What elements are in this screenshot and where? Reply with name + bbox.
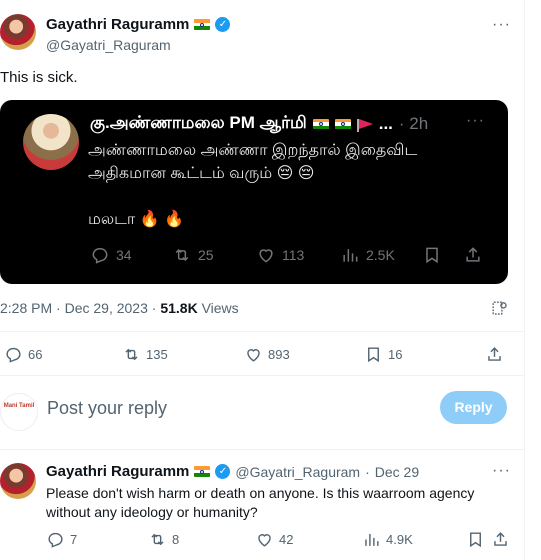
share-button[interactable] [485, 345, 504, 364]
reply-separator: · [365, 463, 370, 480]
repost-count: 135 [146, 347, 168, 362]
quoted-like-button[interactable]: 113 [256, 245, 304, 265]
quoted-author-name[interactable]: கு.அண்ணாமலை PM ஆர்மி [90, 113, 307, 135]
composer-avatar[interactable]: Mani Tamil [0, 393, 38, 431]
reply-count: 66 [28, 347, 43, 362]
reply-more-icon[interactable]: ··· [492, 462, 511, 480]
views-icon [365, 533, 379, 546]
bookmark-icon [426, 247, 438, 264]
reply-submit-button[interactable]: Reply [440, 391, 507, 424]
reply-icon [48, 532, 63, 548]
reply-like-count: 42 [279, 532, 294, 547]
like-button[interactable]: 893 [244, 345, 290, 364]
bookmark-icon [470, 532, 481, 548]
quoted-trail: ... [378, 114, 393, 133]
reply-repost-button[interactable]: 8 [148, 530, 179, 549]
reply-author-handle[interactable]: @Gayatri_Raguram [235, 464, 360, 480]
reply-header: Gayathri Raguramm ✓ @Gayatri_Raguram · D… [46, 463, 419, 480]
quoted-bookmark-button[interactable] [422, 245, 442, 265]
bookmark-icon [368, 347, 379, 363]
reply-author-avatar[interactable] [0, 463, 36, 499]
repost-icon [175, 248, 189, 262]
share-icon [488, 347, 501, 361]
quoted-time[interactable]: · 2h [399, 114, 428, 134]
tweet-meta: 2:28 PM · Dec 29, 2023 · 51.8K Views [0, 300, 239, 316]
divider [0, 449, 524, 450]
views-count: 51.8K [160, 300, 198, 316]
author-avatar[interactable] [0, 14, 36, 50]
share-icon [494, 532, 507, 546]
verified-badge-icon[interactable]: ✓ [215, 17, 231, 32]
reply-input[interactable]: Post your reply [47, 398, 167, 419]
reply-text: Please don't wish harm or death on anyon… [46, 485, 475, 520]
timeline-border [524, 0, 525, 560]
quoted-share-button[interactable] [463, 245, 483, 265]
share-icon [466, 247, 480, 262]
quoted-like-count: 113 [282, 247, 305, 263]
views-label: Views [201, 300, 239, 316]
like-icon [259, 249, 273, 263]
divider [0, 375, 524, 376]
views-icon [343, 249, 358, 262]
reply-repost-count: 8 [172, 532, 180, 547]
meta-separator: · [151, 300, 157, 316]
quoted-header: கு.அண்ணாமலை PM ஆர்மி ... · 2h [90, 113, 428, 135]
author-name-row: Gayathri Raguramm ✓ [46, 16, 231, 33]
verified-badge-icon[interactable]: ✓ [215, 464, 231, 479]
author-name[interactable]: Gayathri Raguramm [46, 16, 189, 33]
reply-like-button[interactable]: 42 [255, 530, 293, 549]
bookmark-button[interactable]: 16 [364, 345, 402, 364]
reply-reply-button[interactable]: 7 [46, 530, 77, 549]
india-flag-icon [312, 118, 329, 130]
quoted-line-1: அண்ணாமலை அண்ணா இறந்தால் இதைவிட [88, 142, 418, 159]
like-count: 893 [268, 347, 290, 362]
more-icon[interactable]: ··· [492, 16, 511, 34]
quoted-line-3: மலடா 🔥 🔥 [88, 211, 184, 228]
tweet-timestamp[interactable]: 2:28 PM · Dec 29, 2023 [0, 300, 148, 316]
like-icon [247, 349, 260, 362]
repost-icon [125, 348, 138, 361]
bookmark-count: 16 [388, 347, 403, 362]
reply-views-button[interactable]: 4.9K [362, 530, 413, 549]
repost-button[interactable]: 135 [122, 345, 168, 364]
india-flag-icon [334, 118, 351, 130]
quoted-repost-button[interactable]: 25 [172, 245, 214, 265]
quoted-views-count: 2.5K [366, 247, 395, 263]
divider [0, 331, 524, 332]
quoted-reply-count: 34 [116, 247, 132, 263]
reply-icon [6, 347, 21, 363]
tweet-text: This is sick. [0, 69, 78, 86]
reply-button[interactable]: 66 [4, 345, 42, 364]
reply-share-button[interactable] [491, 530, 510, 549]
quoted-author-avatar[interactable] [23, 114, 79, 170]
india-flag-icon [194, 19, 211, 30]
author-handle[interactable]: @Gayatri_Raguram [46, 37, 171, 53]
india-flag-icon [194, 466, 211, 477]
reply-icon [92, 248, 108, 264]
quoted-repost-count: 25 [198, 247, 214, 263]
repost-icon [151, 533, 164, 546]
quoted-views-button[interactable]: 2.5K [340, 245, 395, 265]
reply-views-count: 4.9K [386, 532, 413, 547]
red-flag-icon [356, 118, 373, 132]
grok-icon[interactable] [490, 299, 509, 318]
quoted-more-icon[interactable]: ··· [466, 112, 485, 130]
reply-reply-count: 7 [70, 532, 78, 547]
quoted-reply-button[interactable]: 34 [90, 245, 132, 265]
quoted-line-2: அதிகமான கூட்டம் வரும் 😔 😔 [88, 165, 315, 182]
reply-author-name[interactable]: Gayathri Raguramm [46, 463, 189, 480]
reply-bookmark-button[interactable] [466, 530, 485, 549]
reply-time[interactable]: Dec 29 [375, 464, 419, 480]
like-icon [258, 534, 271, 547]
